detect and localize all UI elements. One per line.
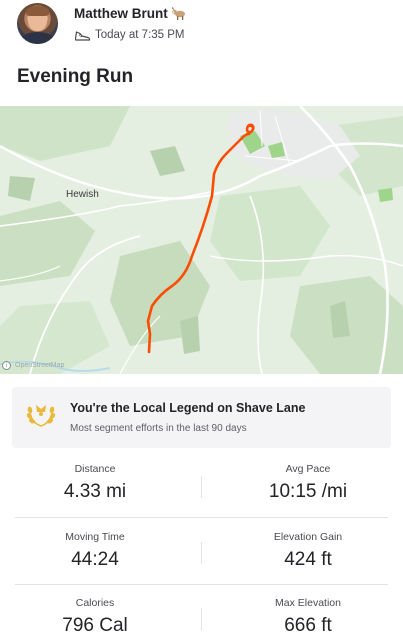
activity-meta: Today at 7:35 PM	[74, 27, 185, 43]
athlete-name[interactable]: Matthew Brunt	[74, 6, 168, 21]
laurel-wreath-icon	[26, 405, 56, 427]
avatar[interactable]	[17, 3, 58, 44]
route-map[interactable]	[0, 106, 403, 374]
stat-avg-pace: Avg Pace 10:15 /mi	[213, 450, 403, 503]
stat-label: Max Elevation	[275, 597, 341, 609]
column-divider	[201, 542, 202, 564]
stat-distance: Distance 4.33 mi	[0, 450, 190, 503]
info-icon[interactable]: i	[2, 361, 11, 370]
stat-max-elevation: Max Elevation 666 ft	[213, 584, 403, 637]
activity-timestamp: Today at 7:35 PM	[95, 29, 185, 41]
stats-row: Calories 796 Cal Max Elevation 666 ft	[0, 584, 403, 640]
stat-label: Elevation Gain	[273, 531, 343, 543]
stat-value: 796 Cal	[62, 615, 128, 636]
row-divider	[15, 584, 388, 585]
local-legend-card[interactable]: You're the Local Legend on Shave Lane Mo…	[12, 387, 391, 448]
stat-moving-time: Moving Time 44:24	[0, 518, 190, 571]
avatar-shirt	[19, 32, 56, 44]
stat-label: Calories	[75, 597, 115, 609]
stat-label: Distance	[74, 463, 116, 475]
local-legend-subtitle: Most segment efforts in the last 90 days	[70, 423, 247, 434]
activity-title[interactable]: Evening Run	[17, 66, 133, 88]
stat-value: 10:15 /mi	[268, 481, 348, 502]
avatar-hair	[26, 6, 49, 16]
stat-elevation-gain: Elevation Gain 424 ft	[213, 518, 403, 571]
column-divider	[201, 608, 202, 630]
stats-row: Distance 4.33 mi Avg Pace 10:15 /mi	[0, 450, 403, 516]
stat-value: 4.33 mi	[63, 481, 127, 502]
column-divider	[201, 476, 202, 498]
map-place-label: Hewish	[66, 189, 99, 200]
activity-header: Matthew Brunt Today at 7:35 PM	[0, 0, 403, 55]
stat-value: 424 ft	[284, 549, 332, 570]
row-divider	[15, 517, 388, 518]
map-attribution-text: OpenStreetMap	[15, 362, 65, 369]
stat-label: Moving Time	[65, 531, 125, 543]
stat-label: Avg Pace	[285, 463, 331, 475]
map-canvas	[0, 106, 403, 374]
map-attribution[interactable]: i OpenStreetMap	[2, 361, 64, 370]
goat-icon	[172, 7, 185, 20]
running-shoe-icon	[74, 31, 91, 41]
stat-value: 44:24	[71, 549, 119, 570]
stats-row: Moving Time 44:24 Elevation Gain 424 ft	[0, 518, 403, 584]
stat-value: 666 ft	[284, 615, 332, 636]
stat-calories: Calories 796 Cal	[0, 584, 190, 637]
local-legend-title: You're the Local Legend on Shave Lane	[70, 401, 306, 415]
